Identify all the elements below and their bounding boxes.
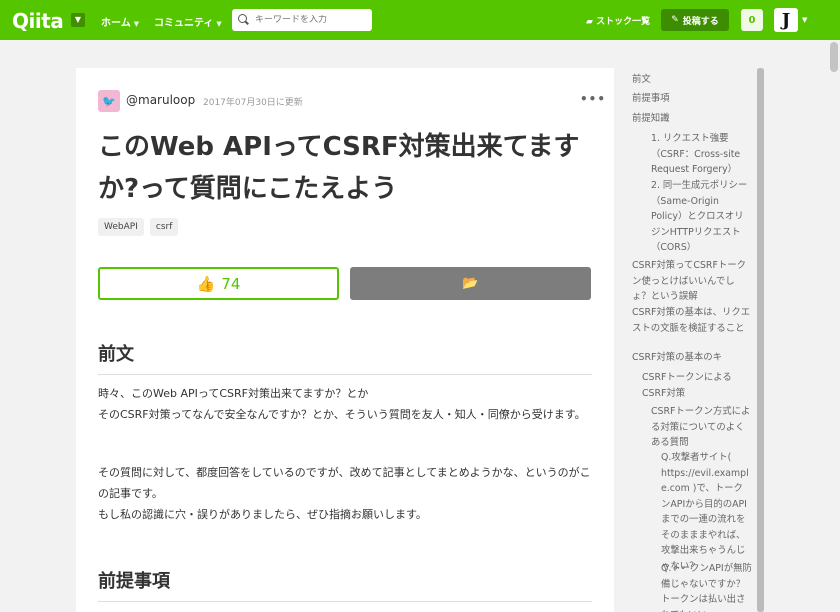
tag-list: WebAPI csrf — [98, 218, 179, 236]
toc-item[interactable]: CSRFトークンによるCSRF対策 — [642, 370, 752, 401]
thumbs-up-icon: 👍 — [196, 274, 216, 293]
nav-home-label: ホーム — [101, 18, 131, 29]
article-title: このWeb APIってCSRF対策出来てますか?って質問にこたえよう — [98, 132, 580, 204]
nav-community[interactable]: コミュニティ ▼ — [154, 14, 222, 29]
toc-item[interactable]: 前文 — [632, 72, 752, 88]
section-heading-prerequisites: 前提事項 — [98, 567, 592, 602]
search-box — [232, 9, 372, 31]
section-heading-preface: 前文 — [98, 340, 592, 375]
page-scroll-thumb[interactable] — [830, 42, 838, 72]
author-avatar[interactable]: 🐦 — [98, 90, 120, 112]
preface-paragraph-1: 時々、このWeb APIってCSRF対策出来てますか？とか そのCSRF対策って… — [98, 387, 586, 421]
search-icon — [238, 14, 250, 26]
toc-item[interactable]: CSRF対策の基本は、リクエストの文脈を検証すること — [632, 305, 752, 336]
toc-item[interactable]: CSRF対策の基本のキ — [632, 350, 752, 366]
tag-webapi[interactable]: WebAPI — [98, 218, 144, 236]
toc-item[interactable]: Q.攻撃者サイト( https://evil.exampl e.com )で、ト… — [661, 450, 752, 574]
qiita-logo[interactable]: Qiita — [12, 9, 64, 33]
author-name[interactable]: @maruloop — [126, 93, 195, 107]
toc-item[interactable]: CSRFトークン方式による対策についてのよくある質問 — [651, 404, 752, 451]
chevron-down-icon[interactable]: ▼ — [802, 16, 807, 24]
post-button-label: 投稿する — [682, 16, 719, 27]
user-avatar[interactable]: J — [774, 8, 798, 32]
toc-item[interactable]: 前提知識 — [632, 111, 752, 127]
post-button[interactable]: ✎ 投稿する — [661, 9, 729, 31]
toc-item[interactable]: Q.トークンAPIが無防備じゃないですか？トークンは払い出されてもいい — [661, 561, 752, 612]
ellipsis-icon[interactable]: ••• — [580, 92, 606, 106]
toc-item[interactable]: 前提事項 — [632, 91, 752, 107]
preface-paragraph-2: その質問に対して、都度回答をしているのですが、改めて記事としてまとめようかな、と… — [98, 466, 591, 521]
global-header: Qiita ▼ ホーム▼ コミュニティ▼ ▰ ストック一覧 ✎投稿する 0 J … — [0, 0, 840, 40]
updated-date: 2017年07月30日に更新 — [203, 98, 303, 108]
nav-home[interactable]: ホーム ▼ — [101, 14, 139, 29]
toc-item[interactable]: 1. リクエスト強要 （CSRF：Cross-site Request Forg… — [651, 131, 752, 178]
tag-csrf[interactable]: csrf — [149, 218, 179, 236]
search-input[interactable] — [255, 15, 370, 25]
folder-open-icon: 📂 — [462, 276, 479, 291]
chevron-down-icon: ▼ — [133, 20, 140, 28]
nav-community-label: コミュニティ — [154, 18, 214, 29]
chevron-down-icon[interactable]: ▼ — [71, 13, 85, 27]
page-scrollbar[interactable] — [828, 40, 840, 612]
notification-badge[interactable]: 0 — [741, 9, 763, 31]
pencil-icon: ✎ — [671, 15, 679, 25]
toc-item[interactable]: CSRF対策ってCSRFトークン使っとけばいいんでしょ？という誤解 — [632, 258, 752, 305]
chevron-down-icon: ▼ — [216, 20, 222, 28]
stock-list-label: ストック一覧 — [596, 17, 651, 27]
stock-list-link[interactable]: ▰ ストック一覧 — [586, 14, 650, 27]
like-button[interactable]: 👍 74 — [98, 267, 339, 300]
article-card: 🐦 @maruloop 2017年07月30日に更新 ••• このWeb API… — [76, 68, 614, 612]
toc-scroll-thumb[interactable] — [757, 68, 764, 612]
folder-icon: ▰ — [586, 17, 593, 27]
toc-item[interactable]: 2. 同一生成元ポリシー（Same-Origin Policy）とクロスオリジン… — [651, 178, 752, 256]
like-count: 74 — [221, 274, 241, 293]
stock-button[interactable]: 📂 — [350, 267, 591, 300]
toc-scrollbar[interactable] — [757, 68, 764, 612]
